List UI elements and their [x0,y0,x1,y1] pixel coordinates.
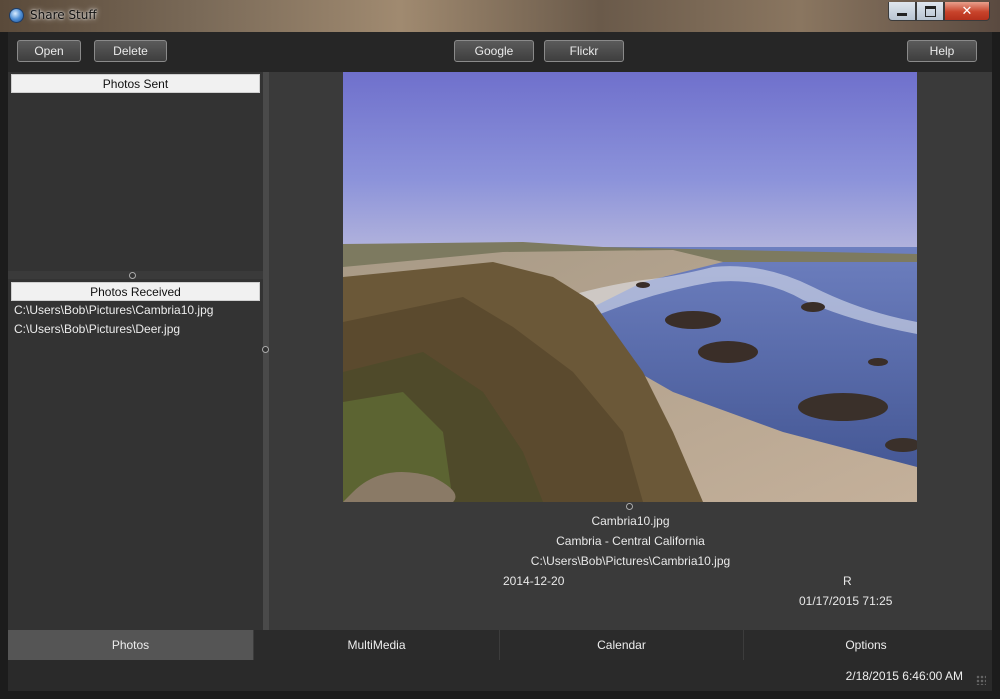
delete-button[interactable]: Delete [94,40,167,62]
photo-splitter-handle-icon[interactable] [626,503,633,510]
left-pane: Photos Sent Photos Received C:\Users\Bob… [8,72,263,630]
photo-filename: Cambria10.jpg [591,514,670,528]
google-button[interactable]: Google [454,40,534,62]
tab-multimedia[interactable]: MultiMedia [254,630,500,660]
photo-flag: R [843,574,852,588]
splitter-handle-icon[interactable] [129,272,136,279]
tab-calendar[interactable]: Calendar [500,630,744,660]
minimize-icon [897,12,907,16]
photo-path: C:\Users\Bob\Pictures\Cambria10.jpg [530,554,731,568]
photo-viewer: Cambria10.jpg Cambria - Central Californ… [269,72,992,630]
photos-received-list[interactable]: C:\Users\Bob\Pictures\Cambria10.jpg C:\Us… [11,301,260,626]
toolbar: Open Delete Google Flickr Help [8,32,992,72]
horizontal-splitter[interactable] [8,271,263,279]
photos-sent-list[interactable] [11,93,260,271]
flickr-button[interactable]: Flickr [544,40,624,62]
tab-photos[interactable]: Photos [8,630,254,660]
window-title: Share Stuff [30,8,97,22]
close-icon: ✕ [961,3,973,19]
beach-photo [343,72,917,502]
bottom-tab-bar: Photos MultiMedia Calendar Options [8,630,992,660]
app-client-area: Open Delete Google Flickr Help Photos Se… [8,32,992,691]
resize-grip-icon[interactable] [976,675,986,685]
vertical-splitter-handle-icon[interactable] [262,346,269,353]
close-button[interactable]: ✕ [944,2,990,21]
status-clock: 2/18/2015 6:46:00 AM [845,669,963,683]
title-bar[interactable]: Share Stuff ✕ [0,0,1000,32]
photo-timestamp: 01/17/2015 71:25 [799,594,893,608]
open-button[interactable]: Open [17,40,81,62]
photo-caption: Cambria - Central California [556,534,705,548]
help-button[interactable]: Help [907,40,977,62]
photo-preview[interactable] [343,72,917,502]
maximize-icon [924,5,936,17]
status-bar: 2/18/2015 6:46:00 AM [8,660,992,691]
maximize-button[interactable] [916,2,944,21]
photos-received-header: Photos Received [11,282,260,301]
photo-date: 2014-12-20 [503,574,565,588]
app-globe-icon [9,8,24,23]
tab-options[interactable]: Options [744,630,988,660]
photos-sent-header: Photos Sent [11,74,260,93]
list-item[interactable]: C:\Users\Bob\Pictures\Deer.jpg [11,320,260,339]
list-item[interactable]: C:\Users\Bob\Pictures\Cambria10.jpg [11,301,260,320]
minimize-button[interactable] [888,2,916,21]
